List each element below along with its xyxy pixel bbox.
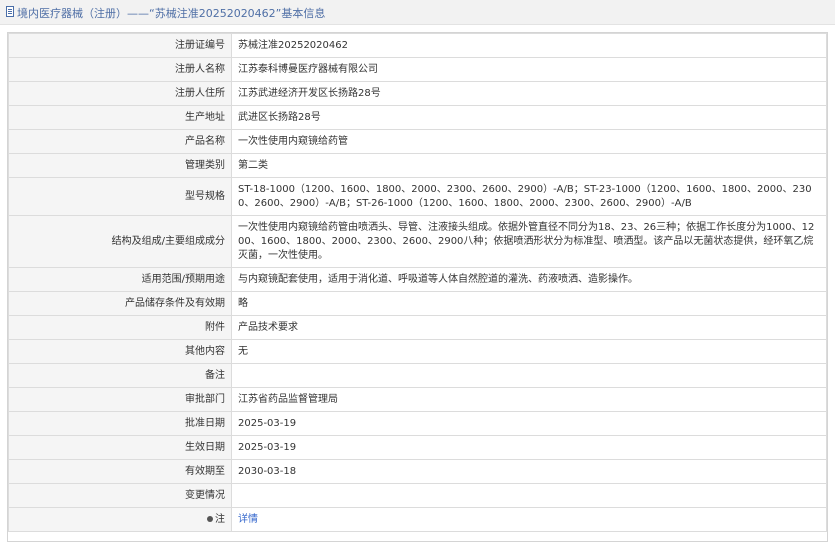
bullet-icon bbox=[207, 515, 213, 522]
row-value-product-name: 一次性使用内窥镜给药管 bbox=[231, 129, 827, 154]
row-label-change-status: 变更情况 bbox=[8, 483, 232, 508]
row-value-storage-validity: 略 bbox=[231, 291, 827, 316]
row-label-management-category: 管理类别 bbox=[8, 153, 232, 178]
row-label-registrant-address: 注册人住所 bbox=[8, 81, 232, 106]
row-value-remarks bbox=[231, 363, 827, 388]
row-label-structure-composition: 结构及组成/主要组成成分 bbox=[8, 215, 232, 268]
row-value-note: 详情 bbox=[231, 507, 827, 532]
row-label-approval-department: 审批部门 bbox=[8, 387, 232, 412]
table-row: 生效日期 2025-03-19 bbox=[8, 435, 827, 460]
row-value-model-spec: ST-18-1000（1200、1600、1800、2000、2300、2600… bbox=[231, 177, 827, 216]
row-label-other-content: 其他内容 bbox=[8, 339, 232, 364]
table-row: 型号规格 ST-18-1000（1200、1600、1800、2000、2300… bbox=[8, 177, 827, 216]
row-label-note: 注 bbox=[8, 507, 232, 532]
row-label-production-address: 生产地址 bbox=[8, 105, 232, 130]
row-value-effective-date: 2025-03-19 bbox=[231, 435, 827, 460]
row-value-change-status bbox=[231, 483, 827, 508]
row-label-intended-use: 适用范围/预期用途 bbox=[8, 267, 232, 292]
table-row: 附件 产品技术要求 bbox=[8, 315, 827, 340]
row-label-product-name: 产品名称 bbox=[8, 129, 232, 154]
table-row: 产品储存条件及有效期 略 bbox=[8, 291, 827, 316]
row-label-storage-validity: 产品储存条件及有效期 bbox=[8, 291, 232, 316]
row-value-structure-composition: 一次性使用内窥镜给药管由喷洒头、导管、注液接头组成。依据外管直径不同分为18、2… bbox=[231, 215, 827, 268]
row-label-model-spec: 型号规格 bbox=[8, 177, 232, 216]
row-value-registrant-address: 江苏武进经济开发区长扬路28号 bbox=[231, 81, 827, 106]
row-label-approval-date: 批准日期 bbox=[8, 411, 232, 436]
row-value-valid-until: 2030-03-18 bbox=[231, 459, 827, 484]
table-row: 注 详情 bbox=[8, 507, 827, 532]
row-label-valid-until: 有效期至 bbox=[8, 459, 232, 484]
row-label-effective-date: 生效日期 bbox=[8, 435, 232, 460]
row-label-registration-number: 注册证编号 bbox=[8, 33, 232, 58]
row-value-management-category: 第二类 bbox=[231, 153, 827, 178]
table-row: 有效期至 2030-03-18 bbox=[8, 459, 827, 484]
info-table: 注册证编号 苏械注准20252020462 注册人名称 江苏泰科博曼医疗器械有限… bbox=[8, 33, 827, 532]
row-value-approval-date: 2025-03-19 bbox=[231, 411, 827, 436]
document-icon bbox=[6, 6, 14, 17]
table-row: 变更情况 bbox=[8, 483, 827, 508]
table-row: 管理类别 第二类 bbox=[8, 153, 827, 178]
page-header: 境内医疗器械（注册）——“苏械注准20252020462”基本信息 bbox=[0, 0, 835, 25]
row-value-attachment: 产品技术要求 bbox=[231, 315, 827, 340]
row-value-approval-department: 江苏省药品监督管理局 bbox=[231, 387, 827, 412]
table-row: 其他内容 无 bbox=[8, 339, 827, 364]
details-link[interactable]: 详情 bbox=[238, 514, 258, 525]
table-row: 适用范围/预期用途 与内窥镜配套使用，适用于消化道、呼吸道等人体自然腔道的灌洗、… bbox=[8, 267, 827, 292]
row-label-remarks: 备注 bbox=[8, 363, 232, 388]
table-row: 批准日期 2025-03-19 bbox=[8, 411, 827, 436]
row-value-other-content: 无 bbox=[231, 339, 827, 364]
table-row: 结构及组成/主要组成成分 一次性使用内窥镜给药管由喷洒头、导管、注液接头组成。依… bbox=[8, 215, 827, 268]
row-value-production-address: 武进区长扬路28号 bbox=[231, 105, 827, 130]
row-value-intended-use: 与内窥镜配套使用，适用于消化道、呼吸道等人体自然腔道的灌洗、药液喷洒、造影操作。 bbox=[231, 267, 827, 292]
note-label: 注 bbox=[215, 513, 225, 525]
table-row: 注册人住所 江苏武进经济开发区长扬路28号 bbox=[8, 81, 827, 106]
table-row: 注册证编号 苏械注准20252020462 bbox=[8, 33, 827, 58]
table-row: 产品名称 一次性使用内窥镜给药管 bbox=[8, 129, 827, 154]
row-label-attachment: 附件 bbox=[8, 315, 232, 340]
row-value-registration-number: 苏械注准20252020462 bbox=[231, 33, 827, 58]
table-row: 生产地址 武进区长扬路28号 bbox=[8, 105, 827, 130]
info-panel: 注册证编号 苏械注准20252020462 注册人名称 江苏泰科博曼医疗器械有限… bbox=[7, 32, 828, 542]
table-row: 审批部门 江苏省药品监督管理局 bbox=[8, 387, 827, 412]
table-row: 备注 bbox=[8, 363, 827, 388]
page-title: 境内医疗器械（注册）——“苏械注准20252020462”基本信息 bbox=[17, 7, 326, 20]
row-label-registrant-name: 注册人名称 bbox=[8, 57, 232, 82]
table-row: 注册人名称 江苏泰科博曼医疗器械有限公司 bbox=[8, 57, 827, 82]
row-value-registrant-name: 江苏泰科博曼医疗器械有限公司 bbox=[231, 57, 827, 82]
